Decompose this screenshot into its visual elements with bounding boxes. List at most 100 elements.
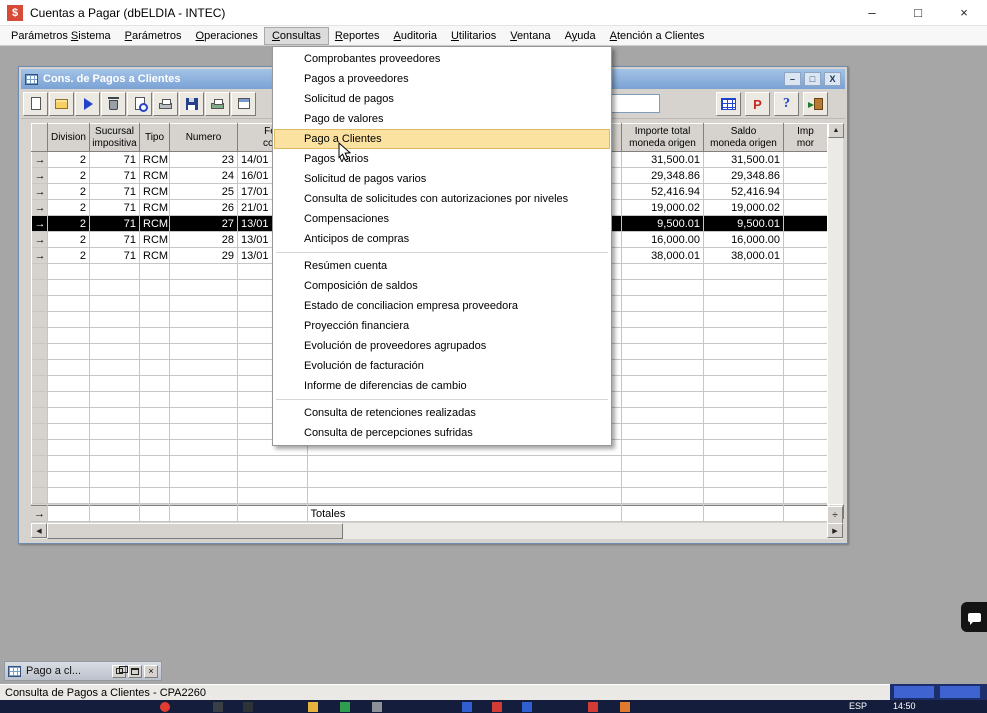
column-header-division[interactable]: Division [48,124,90,152]
column-header-importe_total[interactable]: Importe totalmoneda origen [622,124,704,152]
menubar-item-operaciones[interactable]: Operaciones [189,28,265,44]
child-minimize-button[interactable]: – [784,72,801,86]
column-header-imp[interactable]: Impmor [784,124,828,152]
taskbar-icon[interactable] [308,702,318,712]
child-window-controls: – □ X [784,72,841,86]
scroll-left-button[interactable]: ◀ [31,523,47,538]
child-close-button[interactable]: X [824,72,841,86]
grid-row-empty[interactable] [32,472,828,488]
window-controls: – □ × [849,0,987,25]
toolbar-button-exit[interactable] [803,92,828,116]
horizontal-scroll-thumb[interactable] [47,523,343,539]
taskbar-icon[interactable] [372,702,382,712]
grid-split-button[interactable]: ÷ [827,506,843,524]
toolbar-button-new[interactable] [23,92,48,116]
minimized-close-button[interactable]: × [144,665,158,678]
menu-item-compensaciones[interactable]: Compensaciones [274,209,610,229]
menubar-item-utilitarios[interactable]: Utilitarios [444,28,503,44]
menu-item-proyeccion-financiera[interactable]: Proyección financiera [274,316,610,336]
cell-division: 2 [48,184,90,200]
menu-item-consulta-de-percepciones-sufridas[interactable]: Consulta de percepciones sufridas [274,423,610,443]
row-indicator: → [32,248,48,264]
menu-item-evolucion-de-facturacion[interactable]: Evolución de facturación [274,356,610,376]
taskbar-language[interactable]: ESP [849,701,867,711]
toolbar-button-table[interactable] [716,92,741,116]
menu-item-pago-de-valores[interactable]: Pago de valores [274,109,610,129]
toolbar-button-run[interactable] [75,92,100,116]
maximize-button[interactable]: □ [895,0,941,25]
cell-imp [784,152,828,168]
cell-division: 2 [48,248,90,264]
grid-row-empty[interactable] [32,488,828,504]
taskbar-icon[interactable] [213,702,223,712]
menu-item-estado-de-conciliacion-empresa-proveedora[interactable]: Estado de conciliacion empresa proveedor… [274,296,610,316]
taskbar-icon[interactable] [492,702,502,712]
statusbar-right-panel [890,684,987,700]
taskbar-icon[interactable] [243,702,253,712]
toolbar-button-preview[interactable] [127,92,152,116]
menu-item-pagos-a-proveedores[interactable]: Pagos a proveedores [274,69,610,89]
menubar-item-auditoria[interactable]: Auditoria [387,28,444,44]
column-header-tipo[interactable]: Tipo [140,124,170,152]
app-icon: $ [7,5,23,21]
scroll-up-button[interactable]: ▲ [828,123,844,138]
minimize-button[interactable]: – [849,0,895,25]
column-header-sucursal_impositiva[interactable]: Sucursalimpositiva [90,124,140,152]
toolbar-button-save[interactable] [179,92,204,116]
menu-item-consulta-de-retenciones-realizadas[interactable]: Consulta de retenciones realizadas [274,403,610,423]
menu-item-evolucion-de-proveedores-agrupados[interactable]: Evolución de proveedores agrupados [274,336,610,356]
vertical-scrollbar[interactable]: ▲ ▼ [827,123,843,519]
close-button[interactable]: × [941,0,987,25]
menu-item-anticipos-de-compras[interactable]: Anticipos de compras [274,229,610,249]
taskbar-icon[interactable] [522,702,532,712]
cell-importe_total: 31,500.01 [622,152,704,168]
cell-numero: 24 [170,168,238,184]
minimized-window[interactable]: Pago a cl... × [4,661,162,681]
toolbar-button-open[interactable] [49,92,74,116]
column-header-numero[interactable]: Numero [170,124,238,152]
minimized-maximize-button[interactable] [128,665,142,678]
menubar: Parámetros SistemaParámetrosOperacionesC… [0,26,987,46]
menubar-item-parametros-sistema[interactable]: Parámetros Sistema [4,28,118,44]
menu-item-solicitud-de-pagos[interactable]: Solicitud de pagos [274,89,610,109]
menubar-item-atencion-a-clientes[interactable]: Atención a Clientes [603,28,712,44]
toolbar-button-print[interactable] [153,92,178,116]
menu-item-composicion-de-saldos[interactable]: Composición de saldos [274,276,610,296]
menubar-item-ventana[interactable]: Ventana [503,28,557,44]
cell-tipo: RCM [140,152,170,168]
toolbar-button-delete[interactable] [101,92,126,116]
grid-row-empty[interactable] [32,456,828,472]
column-header-indicator[interactable] [32,124,48,152]
menubar-item-ayuda[interactable]: Ayuda [558,28,603,44]
menu-item-resumen-cuenta[interactable]: Resúmen cuenta [274,256,610,276]
menubar-item-reportes[interactable]: Reportes [328,28,387,44]
taskbar-icon[interactable] [620,702,630,712]
menu-item-pago-a-clientes[interactable]: Pago a Clientes [274,129,610,149]
horizontal-scrollbar[interactable]: ◀ ▶ [31,523,843,539]
menu-item-solicitud-de-pagos-varios[interactable]: Solicitud de pagos varios [274,169,610,189]
toolbar-button-print-setup[interactable] [205,92,230,116]
taskbar-icon[interactable] [340,702,350,712]
toolbar-button-export[interactable] [231,92,256,116]
menu-item-pagos-varios[interactable]: Pagos Varios [274,149,610,169]
taskbar-icon[interactable] [588,702,598,712]
cell-numero: 25 [170,184,238,200]
menu-item-informe-de-diferencias-de-cambio[interactable]: Informe de diferencias de cambio [274,376,610,396]
taskbar: ESP 14:50 [0,700,987,713]
row-indicator: → [32,152,48,168]
child-restore-button[interactable]: □ [804,72,821,86]
toolbar-button-help[interactable]: ? [774,92,799,116]
taskbar-icon[interactable] [462,702,472,712]
menu-item-comprobantes-proveedores[interactable]: Comprobantes proveedores [274,49,610,69]
toolbar-button-process-p[interactable]: P [745,92,770,116]
menubar-item-parametros[interactable]: Parámetros [118,28,189,44]
taskbar-clock[interactable]: 14:50 [893,701,916,711]
minimized-restore-button[interactable] [112,665,126,678]
taskbar-icon[interactable] [160,702,170,712]
scroll-right-button[interactable]: ▶ [827,523,843,538]
menu-item-consulta-de-solicitudes-con-autorizaciones-por-niveles[interactable]: Consulta de solicitudes con autorizacion… [274,189,610,209]
column-header-saldo[interactable]: Saldomoneda origen [704,124,784,152]
overlay-chat-button[interactable] [961,602,987,632]
cell-importe_total: 16,000.00 [622,232,704,248]
menubar-item-consultas[interactable]: Consultas [265,28,328,44]
